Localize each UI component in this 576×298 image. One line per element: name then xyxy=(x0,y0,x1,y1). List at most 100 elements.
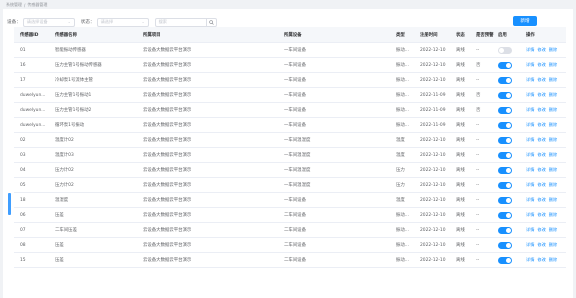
detail-link[interactable]: 详情 xyxy=(526,167,534,173)
table-row: 15 压差 云设备大数据云平台演示 二车间设备 振动... 2022-12-10 离线 -- 详… xyxy=(14,253,566,268)
enabled-toggle[interactable] xyxy=(498,196,512,204)
delete-link[interactable]: 删除 xyxy=(549,182,557,188)
delete-link[interactable]: 删除 xyxy=(549,107,557,113)
edit-link[interactable]: 修改 xyxy=(537,242,545,248)
cell-alarm: -- xyxy=(476,182,480,188)
cell-name: 冷却泵1号流体主管 xyxy=(55,78,93,83)
cell-status: 离线 xyxy=(456,213,465,218)
edit-link[interactable]: 修改 xyxy=(537,257,545,263)
edit-link[interactable]: 修改 xyxy=(537,152,545,158)
status-select-placeholder: 请选择 xyxy=(100,19,114,24)
header-device: 所属设备 xyxy=(284,32,302,38)
edit-link[interactable]: 修改 xyxy=(537,197,545,203)
delete-link[interactable]: 删除 xyxy=(549,92,557,98)
edit-link[interactable]: 修改 xyxy=(537,182,545,188)
detail-link[interactable]: 详情 xyxy=(526,92,534,98)
detail-link[interactable]: 详情 xyxy=(526,257,534,263)
delete-link[interactable]: 删除 xyxy=(549,227,557,233)
delete-link[interactable]: 删除 xyxy=(549,62,557,68)
cell-name: 温度计02 xyxy=(55,138,74,143)
cell-type: 压力 xyxy=(396,183,405,188)
delete-link[interactable]: 删除 xyxy=(549,167,557,173)
delete-link[interactable]: 删除 xyxy=(549,47,557,53)
enabled-toggle[interactable] xyxy=(498,61,512,69)
cell-alarm: -- xyxy=(476,47,480,53)
delete-link[interactable]: 删除 xyxy=(549,137,557,143)
device-select[interactable]: 请选择设备 ⌄ xyxy=(22,17,75,27)
cell-status: 离线 xyxy=(456,63,465,68)
edit-link[interactable]: 修改 xyxy=(537,92,545,98)
delete-link[interactable]: 删除 xyxy=(549,212,557,218)
table-row: 18 温湿度 云设备大数据云平台演示 一车间设备 温度 2022-12-10 离线 -- 详情修… xyxy=(14,193,566,208)
enabled-toggle[interactable] xyxy=(498,151,512,159)
cell-enabled xyxy=(498,193,516,207)
cell-enabled xyxy=(498,118,516,132)
delete-link[interactable]: 删除 xyxy=(549,197,557,203)
enabled-toggle[interactable] xyxy=(498,166,512,174)
enabled-toggle[interactable] xyxy=(498,46,512,54)
enabled-toggle[interactable] xyxy=(498,241,512,249)
cell-type: 振动... xyxy=(396,228,409,233)
search-button[interactable] xyxy=(206,17,217,27)
header-id: 传感器ID xyxy=(20,32,39,38)
edit-link[interactable]: 修改 xyxy=(537,77,545,83)
table-row: duwelyun... 压力主管1号振动2 云设备大数据云平台演示 一车间设备 振动..… xyxy=(14,103,566,118)
delete-link[interactable]: 删除 xyxy=(549,242,557,248)
edit-link[interactable]: 修改 xyxy=(537,122,545,128)
enabled-toggle[interactable] xyxy=(498,211,512,219)
cell-name: 压差 xyxy=(55,243,64,248)
delete-link[interactable]: 删除 xyxy=(549,257,557,263)
delete-link[interactable]: 删除 xyxy=(549,77,557,83)
detail-link[interactable]: 详情 xyxy=(526,137,534,143)
enabled-toggle[interactable] xyxy=(498,106,512,114)
cell-project: 云设备大数据云平台演示 xyxy=(143,78,192,83)
enabled-toggle[interactable] xyxy=(498,136,512,144)
search-input[interactable]: 搜索 xyxy=(154,17,207,27)
detail-link[interactable]: 详情 xyxy=(526,212,534,218)
cell-device: 一车间设备 xyxy=(284,48,306,53)
detail-link[interactable]: 详情 xyxy=(526,77,534,83)
filter-bar: 设备： 请选择设备 ⌄ 状态： 请选择 ⌄ 搜索 xyxy=(7,17,217,27)
detail-link[interactable]: 详情 xyxy=(526,152,534,158)
enabled-toggle[interactable] xyxy=(498,181,512,189)
cell-actions: 详情 修改 删除 xyxy=(526,88,566,102)
edit-link[interactable]: 修改 xyxy=(537,167,545,173)
cell-device: 一车间设备 xyxy=(284,78,306,83)
detail-link[interactable]: 详情 xyxy=(526,242,534,248)
side-collapse-handle[interactable] xyxy=(8,193,11,215)
search-input-placeholder: 搜索 xyxy=(158,19,167,24)
cell-actions: 详情 修改 删除 xyxy=(526,193,566,207)
add-button[interactable]: 新增 xyxy=(513,16,537,26)
edit-link[interactable]: 修改 xyxy=(537,137,545,143)
cell-id: 01 xyxy=(20,47,26,53)
cell-name: 智能振动传感器 xyxy=(55,48,86,53)
breadcrumb-item[interactable]: 系统管理 xyxy=(6,2,22,8)
delete-link[interactable]: 删除 xyxy=(549,152,557,158)
edit-link[interactable]: 修改 xyxy=(537,107,545,113)
detail-link[interactable]: 详情 xyxy=(526,122,534,128)
edit-link[interactable]: 修改 xyxy=(537,47,545,53)
cell-device: 二车间设备 xyxy=(284,228,306,233)
delete-link[interactable]: 删除 xyxy=(549,122,557,128)
edit-link[interactable]: 修改 xyxy=(537,227,545,233)
cell-register-time: 2022-11-09 xyxy=(420,92,446,98)
detail-link[interactable]: 详情 xyxy=(526,107,534,113)
status-select[interactable]: 请选择 ⌄ xyxy=(96,17,149,27)
detail-link[interactable]: 详情 xyxy=(526,227,534,233)
enabled-toggle[interactable] xyxy=(498,121,512,129)
cell-enabled xyxy=(498,73,516,87)
edit-link[interactable]: 修改 xyxy=(537,212,545,218)
detail-link[interactable]: 详情 xyxy=(526,182,534,188)
detail-link[interactable]: 详情 xyxy=(526,62,534,68)
detail-link[interactable]: 详情 xyxy=(526,47,534,53)
enabled-toggle[interactable] xyxy=(498,76,512,84)
enabled-toggle[interactable] xyxy=(498,256,512,264)
table-row: 17 冷却泵1号流体主管 云设备大数据云平台演示 一车间设备 振动... 2022-12-… xyxy=(14,73,566,88)
enabled-toggle[interactable] xyxy=(498,91,512,99)
edit-link[interactable]: 修改 xyxy=(537,62,545,68)
cell-id: 06 xyxy=(20,212,26,218)
cell-enabled xyxy=(498,223,516,237)
detail-link[interactable]: 详情 xyxy=(526,197,534,203)
enabled-toggle[interactable] xyxy=(498,226,512,234)
cell-type: 压力 xyxy=(396,168,405,173)
